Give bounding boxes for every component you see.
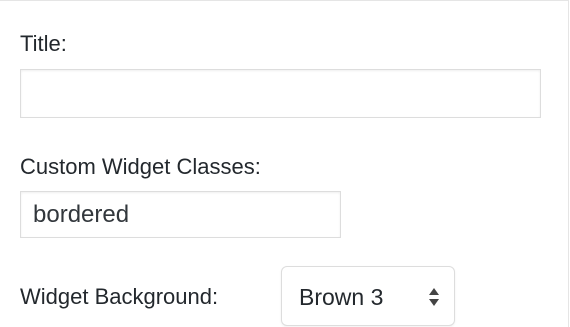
arrow-up-icon (429, 288, 439, 295)
arrow-down-icon (429, 299, 439, 306)
custom-widget-classes-input[interactable] (20, 191, 341, 238)
custom-widget-classes-label: Custom Widget Classes: (20, 154, 261, 179)
title-input[interactable] (20, 69, 541, 118)
widget-settings-panel: Title: Custom Widget Classes: Widget Bac… (0, 0, 569, 327)
title-label: Title: (20, 31, 67, 56)
widget-background-label: Widget Background: (20, 284, 219, 309)
widget-background-select[interactable]: Brown 3 (281, 266, 455, 326)
chevron-up-down-icon (427, 285, 441, 311)
widget-background-selected-value: Brown 3 (299, 284, 384, 310)
